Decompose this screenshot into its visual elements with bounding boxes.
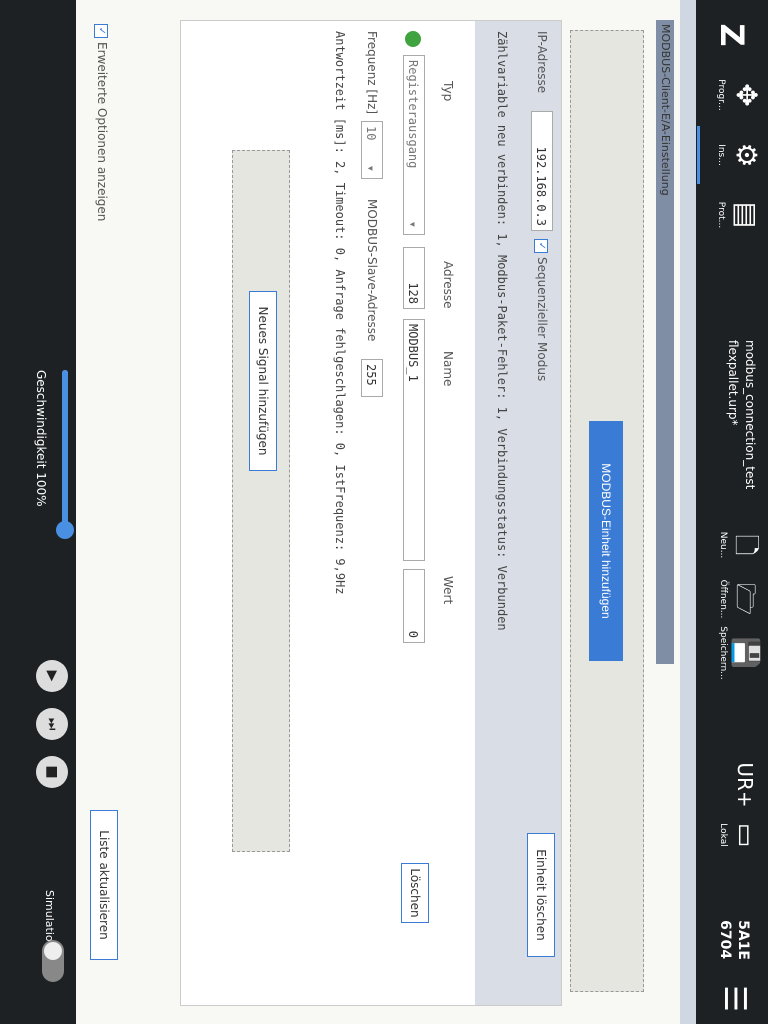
- tab-log[interactable]: ▤ Prot...: [700, 186, 764, 244]
- top-header: Z ✥ Progr... ⚙ Ins... ▤ Prot... modbus_c…: [696, 0, 768, 1024]
- play-button[interactable]: ▶: [36, 660, 68, 692]
- simulation-toggle[interactable]: [42, 940, 64, 982]
- signal-status-icon: [405, 31, 421, 47]
- step-button[interactable]: ⏭: [36, 708, 68, 740]
- bottom-bar: Geschwindigkeit 100% ▶ ⏭ ■ Simulation: [0, 0, 76, 1024]
- stop-icon: ■: [44, 765, 60, 779]
- speed-slider-handle[interactable]: [56, 521, 74, 539]
- slave-address-label: MODBUS-Slave-Adresse: [365, 199, 379, 342]
- delete-signal-button[interactable]: Löschen: [401, 863, 429, 923]
- log-icon: ▤: [730, 201, 763, 229]
- refresh-list-button[interactable]: Liste aktualisieren: [90, 810, 118, 960]
- save-icon: 💾: [730, 636, 760, 670]
- frequency-select[interactable]: 10 ▾: [361, 121, 383, 179]
- slave-address-field[interactable]: 255: [361, 359, 383, 397]
- robot-teach-pendant-screen: Z ✥ Progr... ⚙ Ins... ▤ Prot... modbus_c…: [0, 0, 768, 1024]
- add-modbus-unit-button[interactable]: MODBUS-Einheit hinzufügen: [589, 421, 623, 661]
- signal-value-field[interactable]: 0: [403, 569, 425, 643]
- ur-plus-button[interactable]: UR+: [702, 760, 762, 810]
- local-button[interactable]: ▭ Lokal: [702, 810, 762, 860]
- connection-status: Zählvariable neu verbinden: 1, Modbus-Pa…: [495, 31, 509, 631]
- stop-button[interactable]: ■: [36, 756, 68, 788]
- speed-label: Geschwindigkeit 100%: [34, 370, 48, 507]
- robot-id: 5A1E 6704: [717, 920, 751, 960]
- hamburger-menu-icon[interactable]: ☰: [717, 985, 752, 1012]
- new-button[interactable]: 🗋 Neu...: [702, 520, 762, 570]
- add-signal-button[interactable]: Neues Signal hinzufügen: [249, 291, 277, 471]
- column-wert: Wert: [441, 576, 455, 605]
- new-file-icon: 🗋: [730, 534, 760, 556]
- logo: Z: [713, 23, 751, 47]
- step-icon: ⏭: [44, 717, 60, 731]
- statistics-line: Antwortzeit [ms]: 2, Timeout: 0, Anfrage…: [333, 31, 347, 595]
- add-signal-area: Neues Signal hinzufügen: [232, 150, 290, 852]
- chevron-down-icon: ▾: [364, 164, 378, 172]
- column-typ: Typ: [441, 81, 455, 102]
- tab-installation[interactable]: ⚙ Ins...: [697, 126, 764, 184]
- signal-type-select[interactable]: Registerausgang ▾: [403, 55, 425, 235]
- play-icon: ▶: [44, 670, 60, 682]
- advanced-options-checkbox[interactable]: ✓: [94, 24, 108, 38]
- ip-address-field[interactable]: 192.168.0.3: [531, 111, 553, 231]
- column-adresse: Adresse: [441, 261, 455, 309]
- chevron-down-icon: ▾: [406, 220, 420, 228]
- add-unit-area: MODBUS-Einheit hinzufügen: [570, 30, 644, 992]
- signal-name-field[interactable]: MODBUS_1: [403, 319, 425, 561]
- delete-unit-button[interactable]: Einheit löschen: [527, 833, 555, 957]
- sequential-mode-label: Sequenzieller Modus: [535, 257, 549, 382]
- sequential-mode-checkbox[interactable]: ✓: [534, 239, 548, 253]
- signal-address-field[interactable]: 128: [403, 247, 425, 309]
- main-content: MODBUS-Client-E/A-Einstellung MODBUS-Ein…: [76, 0, 680, 1024]
- frequency-label: Frequenz [Hz]: [365, 31, 379, 115]
- installation-icon: ⚙: [730, 142, 763, 168]
- open-button[interactable]: 🗁 Öffnen...: [702, 574, 762, 624]
- column-name: Name: [441, 351, 455, 387]
- tab-program[interactable]: ✥ Progr...: [700, 66, 764, 124]
- unit-header: IP-Adresse 192.168.0.3 ✓ Sequenzieller M…: [475, 21, 561, 1005]
- move-icon: ✥: [730, 83, 763, 107]
- open-folder-icon: 🗁: [730, 582, 760, 616]
- save-button[interactable]: 💾 Speichern...: [702, 626, 762, 679]
- program-name: modbus_connection_test: [743, 340, 757, 490]
- installation-name: flexpallet.urp*: [726, 340, 740, 426]
- pendant-icon: ▭: [730, 822, 760, 848]
- panel-title: MODBUS-Client-E/A-Einstellung: [656, 20, 674, 664]
- speed-slider-fill: [62, 370, 68, 530]
- ur-plus-icon: UR+: [733, 762, 757, 808]
- advanced-options-label: Erweiterte Optionen anzeigen: [95, 42, 109, 222]
- tab-strip: [680, 0, 696, 1024]
- ip-label: IP-Adresse: [535, 31, 549, 94]
- program-info: modbus_connection_test flexpallet.urp*: [724, 340, 758, 489]
